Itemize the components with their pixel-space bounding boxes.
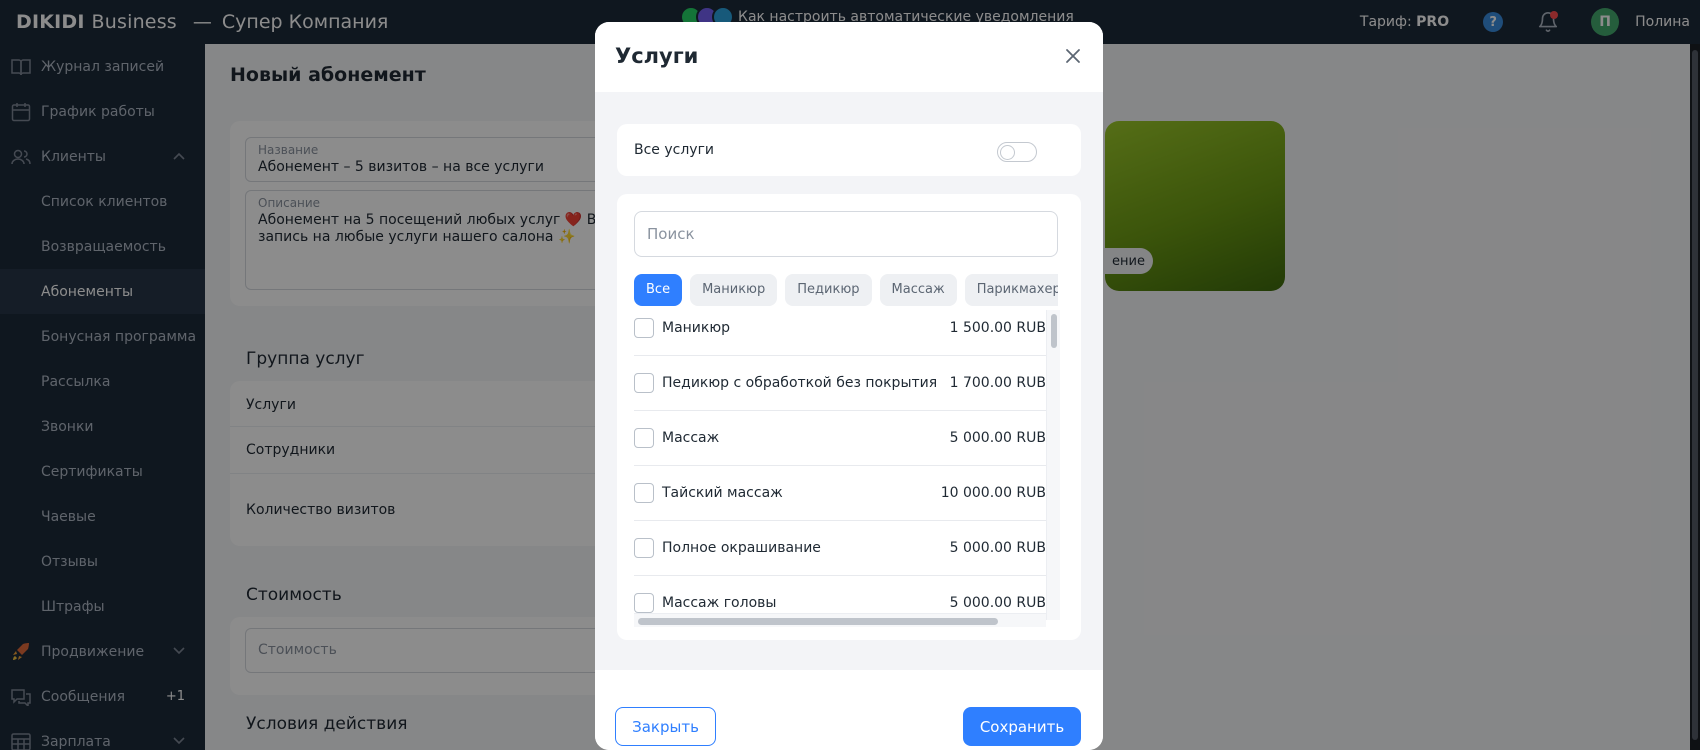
- horizontal-scrollbar-thumb[interactable]: [638, 618, 998, 625]
- service-checkbox[interactable]: [634, 483, 654, 503]
- chip-hairdressing[interactable]: Парикмахерские услуги: [964, 274, 1058, 306]
- modal-footer: Закрыть Сохранить: [595, 670, 1103, 750]
- services-horizontal-scrollbar[interactable]: [634, 613, 1046, 627]
- row-divider: [634, 520, 1046, 521]
- service-price: 5 000.00 RUB: [949, 595, 1046, 611]
- service-price: 5 000.00 RUB: [949, 540, 1046, 556]
- service-price: 1 700.00 RUB: [949, 375, 1046, 391]
- service-price: 1 500.00 RUB: [949, 320, 1046, 336]
- services-panel: ВсеМаникюрПедикюрМассажПарикмахерские ус…: [617, 194, 1081, 640]
- modal-header: Услуги: [595, 22, 1103, 92]
- category-chips: ВсеМаникюрПедикюрМассажПарикмахерские ус…: [634, 274, 1058, 308]
- services-modal: Услуги Все услуги ВсеМаникюрПедикюрМасса…: [595, 22, 1103, 750]
- chip-all[interactable]: Все: [634, 274, 683, 306]
- service-name: Массаж: [662, 430, 720, 446]
- row-divider: [634, 355, 1046, 356]
- search-input[interactable]: [634, 211, 1058, 257]
- close-icon[interactable]: [1061, 44, 1085, 68]
- chip-manicure[interactable]: Маникюр: [690, 274, 778, 306]
- modal-body: Все услуги ВсеМаникюрПедикюрМассажПарикм…: [595, 92, 1103, 670]
- service-checkbox[interactable]: [634, 428, 654, 448]
- all-services-panel: Все услуги: [617, 124, 1081, 176]
- chip-massage[interactable]: Массаж: [879, 274, 957, 306]
- list-item[interactable]: Полное окрашивание 5 000.00 RUB: [634, 530, 1046, 585]
- list-item[interactable]: Тайский массаж 10 000.00 RUB: [634, 475, 1046, 530]
- modal-title: Услуги: [615, 44, 699, 68]
- service-name: Полное окрашивание: [662, 540, 821, 556]
- service-name: Педикюр с обработкой без покрытия: [662, 375, 938, 391]
- services-vertical-scrollbar[interactable]: [1046, 310, 1060, 620]
- vertical-scrollbar-thumb[interactable]: [1051, 314, 1057, 348]
- service-price: 10 000.00 RUB: [940, 485, 1046, 501]
- services-list: Маникюр 1 500.00 RUB Педикюр с обработко…: [634, 310, 1046, 613]
- list-item[interactable]: Массаж 5 000.00 RUB: [634, 420, 1046, 475]
- service-checkbox[interactable]: [634, 373, 654, 393]
- row-divider: [634, 575, 1046, 576]
- service-checkbox[interactable]: [634, 318, 654, 338]
- list-item[interactable]: Маникюр 1 500.00 RUB: [634, 310, 1046, 365]
- all-services-toggle[interactable]: [997, 142, 1037, 162]
- service-checkbox[interactable]: [634, 538, 654, 558]
- service-name: Массаж головы: [662, 595, 777, 611]
- service-name: Маникюр: [662, 320, 731, 336]
- close-button[interactable]: Закрыть: [615, 707, 716, 746]
- save-button[interactable]: Сохранить: [963, 707, 1081, 746]
- all-services-label: Все услуги: [634, 142, 715, 158]
- toggle-knob: [1000, 144, 1015, 160]
- service-checkbox[interactable]: [634, 593, 654, 613]
- service-price: 5 000.00 RUB: [949, 430, 1046, 446]
- chip-pedicure[interactable]: Педикюр: [785, 274, 872, 306]
- row-divider: [634, 410, 1046, 411]
- service-name: Тайский массаж: [662, 485, 783, 501]
- list-item[interactable]: Педикюр с обработкой без покрытия 1 700.…: [634, 365, 1046, 420]
- row-divider: [634, 465, 1046, 466]
- list-item[interactable]: Массаж головы 5 000.00 RUB: [634, 585, 1046, 613]
